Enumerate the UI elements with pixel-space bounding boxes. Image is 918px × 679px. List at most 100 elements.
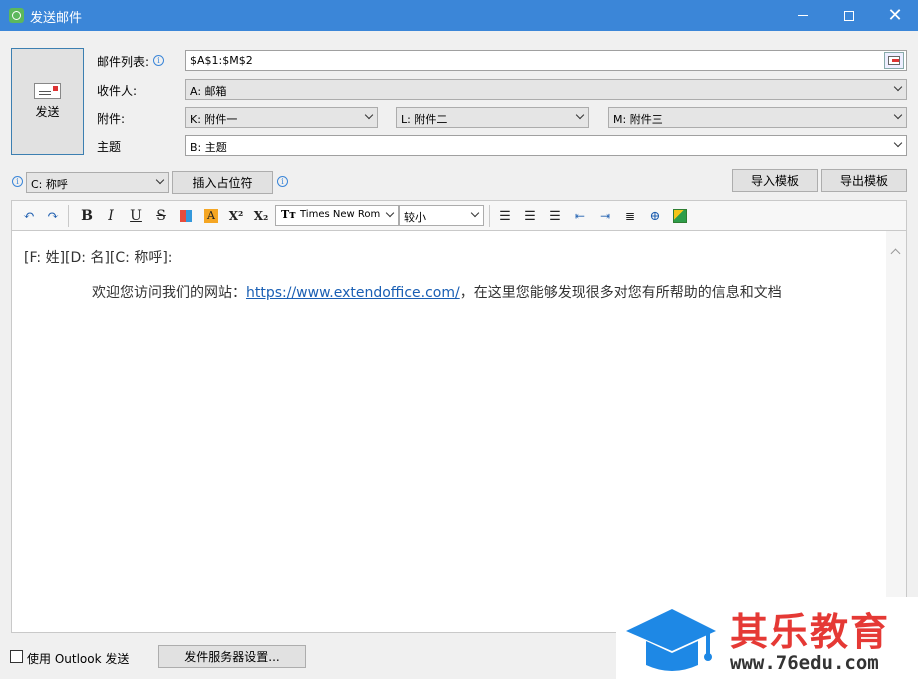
undo-icon: ↶ — [23, 208, 35, 224]
outdent-button[interactable]: ⇤ — [571, 207, 589, 225]
bold-icon: B — [81, 208, 93, 224]
font-name-value: Times New Rom — [300, 209, 381, 220]
attachment-value-3: M: 附件三 — [613, 113, 663, 126]
scroll-up-icon — [890, 248, 901, 259]
align-center-button[interactable]: ☰ — [521, 207, 539, 225]
italic-button[interactable]: I — [102, 207, 120, 225]
use-outlook-label: 使用 Outlook 发送 — [27, 652, 130, 666]
indent-button[interactable]: ⇥ — [596, 207, 614, 225]
globe-link-icon: ⊕ — [649, 208, 661, 224]
subscript-button[interactable]: X₂ — [252, 207, 270, 225]
mail-list-field[interactable]: $A$1:$M$2 — [185, 50, 907, 71]
editor-body-suffix: ，在这里您能够发现很多对您有所帮助的信息和文档 — [459, 285, 782, 301]
formatting-toolbar: ↶ ↷ B I U S A X² X₂ Tт Times New Rom 较小 … — [11, 200, 907, 230]
chevron-down-icon — [385, 208, 395, 218]
strikethrough-button[interactable]: S — [152, 207, 170, 225]
send-button[interactable]: 发送 — [11, 48, 84, 155]
outdent-icon: ⇤ — [574, 209, 586, 223]
underline-button[interactable]: U — [127, 207, 145, 225]
chevron-down-icon — [575, 110, 585, 120]
window-title: 发送邮件 — [30, 11, 83, 26]
attachment-value-1: K: 附件一 — [190, 113, 238, 126]
align-left-button[interactable]: ☰ — [496, 207, 514, 225]
chevron-down-icon — [155, 175, 165, 185]
range-select-button[interactable] — [884, 52, 904, 69]
close-button[interactable]: ✕ — [872, 0, 918, 31]
strikethrough-icon: S — [156, 208, 166, 224]
send-button-label: 发送 — [35, 105, 60, 119]
app-icon — [9, 8, 24, 23]
superscript-button[interactable]: X² — [227, 207, 245, 225]
chevron-down-icon — [470, 208, 480, 218]
redo-icon: ↷ — [47, 208, 59, 224]
align-center-icon: ☰ — [524, 208, 536, 224]
superscript-icon: X² — [228, 209, 244, 223]
message-editor[interactable]: [F: 姓][D: 名][C: 称呼]: 欢迎您访问我们的网站：https://… — [11, 230, 907, 633]
recipient-value: A: 邮箱 — [190, 85, 227, 98]
maximize-button[interactable] — [826, 0, 872, 31]
underline-icon: U — [130, 208, 142, 224]
server-settings-button[interactable]: 发件服务器设置... — [158, 645, 306, 668]
toolbar-divider — [68, 205, 69, 227]
insert-placeholder-button[interactable]: 插入占位符 — [172, 171, 273, 194]
subject-value: B: 主题 — [190, 141, 227, 154]
undo-button[interactable]: ↶ — [20, 207, 38, 225]
hyperlink-button[interactable]: ⊕ — [646, 207, 664, 225]
insert-image-button[interactable] — [671, 207, 689, 225]
info-icon[interactable]: i — [277, 176, 288, 187]
attachment-select-1[interactable]: K: 附件一 — [185, 107, 378, 128]
font-color-icon: A — [204, 209, 218, 223]
attachment-value-2: L: 附件二 — [401, 113, 448, 126]
vertical-scrollbar[interactable] — [886, 231, 906, 632]
palette-icon — [180, 210, 192, 222]
bold-button[interactable]: B — [78, 207, 96, 225]
image-icon — [673, 209, 687, 223]
font-size-value: 较小 — [404, 211, 426, 224]
envelope-icon — [34, 83, 61, 99]
use-outlook-checkbox[interactable] — [10, 650, 23, 663]
font-color-button[interactable]: A — [202, 207, 220, 225]
font-icon: Tт — [281, 208, 297, 221]
maximize-icon — [844, 10, 854, 21]
redo-button[interactable]: ↷ — [44, 207, 62, 225]
range-select-icon — [888, 56, 900, 65]
align-left-icon: ☰ — [499, 208, 511, 224]
subject-select[interactable]: B: 主题 — [185, 135, 907, 156]
attachment-label: 附件: — [97, 112, 126, 126]
clear-format-button[interactable]: ≣ — [621, 207, 639, 225]
chevron-down-icon — [893, 82, 903, 92]
toolbar-divider — [489, 205, 490, 227]
website-link[interactable]: https://www.extendoffice.com/ — [246, 285, 460, 301]
close-icon: ✕ — [887, 4, 903, 26]
align-right-button[interactable]: ☰ — [546, 207, 564, 225]
import-template-button[interactable]: 导入模板 — [732, 169, 818, 192]
watermark: 其乐教育 www.76edu.com — [616, 597, 918, 679]
background-color-button[interactable] — [177, 207, 195, 225]
placeholder-select[interactable]: C: 称呼 — [26, 172, 169, 193]
recipient-label: 收件人: — [97, 84, 138, 98]
watermark-url: www.76edu.com — [730, 652, 879, 674]
italic-icon: I — [108, 208, 114, 224]
info-icon[interactable]: i — [153, 55, 164, 66]
align-right-icon: ☰ — [549, 208, 561, 224]
attachment-select-3[interactable]: M: 附件三 — [608, 107, 907, 128]
attachment-select-2[interactable]: L: 附件二 — [396, 107, 589, 128]
minimize-button[interactable] — [780, 0, 826, 31]
clear-format-icon: ≣ — [624, 209, 636, 223]
font-size-select[interactable]: 较小 — [399, 205, 484, 226]
export-template-button[interactable]: 导出模板 — [821, 169, 907, 192]
chevron-down-icon — [893, 138, 903, 148]
mail-list-label: 邮件列表: — [97, 55, 150, 69]
graduation-cap-logo — [626, 609, 716, 671]
subscript-icon: X₂ — [253, 209, 269, 223]
subject-label: 主题 — [97, 140, 122, 154]
placeholder-value: C: 称呼 — [31, 178, 68, 191]
watermark-title: 其乐教育 — [730, 610, 891, 654]
recipient-select[interactable]: A: 邮箱 — [185, 79, 907, 100]
editor-greeting-line: [F: 姓][D: 名][C: 称呼]: — [24, 250, 173, 266]
chevron-down-icon — [364, 110, 374, 120]
info-icon[interactable]: i — [12, 176, 23, 187]
editor-body-line: 欢迎您访问我们的网站：https://www.extendoffice.com/… — [92, 282, 782, 302]
font-name-select[interactable]: Tт Times New Rom — [275, 205, 399, 226]
chevron-down-icon — [893, 110, 903, 120]
